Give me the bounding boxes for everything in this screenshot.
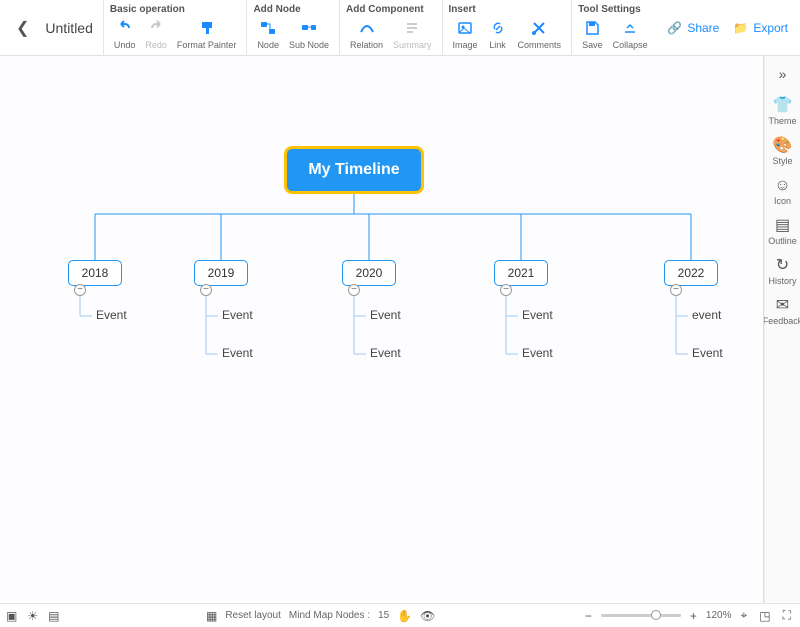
summary-icon: [403, 19, 421, 37]
icon-tab[interactable]: ☺Icon: [774, 178, 791, 206]
node-count-value: 15: [378, 610, 389, 621]
year-node-2021[interactable]: 2021: [494, 260, 548, 286]
node-count-label: Mind Map Nodes :: [289, 610, 370, 621]
expand-button[interactable]: ◳: [756, 609, 773, 623]
link-icon: [489, 19, 507, 37]
event-node[interactable]: Event: [522, 308, 553, 322]
zoom-out-button[interactable]: −: [582, 609, 595, 623]
collapse-toggle[interactable]: −: [500, 284, 512, 296]
history-icon: ↻: [776, 258, 789, 274]
zoom-value: 120%: [706, 610, 732, 621]
collapse-icon: [621, 19, 639, 37]
event-node[interactable]: Event: [96, 308, 127, 322]
group-insert: Insert Image Link Comments: [442, 0, 572, 56]
comment-icon: [530, 19, 548, 37]
group-tool-settings: Tool Settings Save Collapse: [571, 0, 658, 56]
group-add-node: Add Node Node Sub Node: [246, 0, 339, 56]
share-icon: 🔗: [667, 21, 682, 35]
event-node[interactable]: Event: [370, 346, 401, 360]
undo-icon: [116, 19, 134, 37]
outline-icon: ▤: [775, 218, 790, 234]
presentation-icon[interactable]: ▣: [6, 609, 17, 623]
year-node-2022[interactable]: 2022: [664, 260, 718, 286]
undo-button[interactable]: Undo: [110, 18, 140, 51]
reset-layout-button[interactable]: Reset layout: [225, 610, 281, 621]
right-panel: » 👕Theme 🎨Style ☺Icon ▤Outline ↻History …: [764, 56, 800, 603]
group-basic-operation: Basic operation Undo Redo Format Painter: [103, 0, 247, 56]
share-button[interactable]: 🔗 Share: [667, 21, 719, 35]
pan-icon[interactable]: ✋: [397, 609, 412, 623]
event-node[interactable]: Event: [692, 346, 723, 360]
export-icon: 📁: [733, 21, 748, 35]
image-icon: [456, 19, 474, 37]
node-button[interactable]: Node: [253, 18, 283, 51]
collapse-toggle[interactable]: −: [200, 284, 212, 296]
outline-tab[interactable]: ▤Outline: [768, 218, 797, 246]
event-node[interactable]: Event: [222, 346, 253, 360]
layers-icon[interactable]: ▤: [48, 609, 59, 623]
fit-button[interactable]: ⌖: [738, 608, 751, 623]
event-node[interactable]: Event: [370, 308, 401, 322]
event-node[interactable]: Event: [222, 308, 253, 322]
summary-button[interactable]: Summary: [389, 18, 436, 51]
sub-node-icon: [300, 19, 318, 37]
relation-icon: [358, 19, 376, 37]
zoom-in-button[interactable]: +: [687, 609, 700, 623]
paintbrush-icon: [198, 19, 216, 37]
redo-icon: [147, 19, 165, 37]
style-icon: 🎨: [773, 138, 793, 154]
event-node[interactable]: event: [692, 308, 721, 322]
save-icon: [583, 19, 601, 37]
collapse-toggle[interactable]: −: [348, 284, 360, 296]
insert-image-button[interactable]: Image: [449, 18, 482, 51]
fullscreen-button[interactable]: ⛶: [780, 608, 794, 623]
collapse-toggle[interactable]: −: [670, 284, 682, 296]
style-tab[interactable]: 🎨Style: [772, 138, 792, 166]
brightness-icon[interactable]: ☀: [27, 609, 38, 623]
icon-icon: ☺: [774, 178, 790, 194]
eye-icon[interactable]: 👁: [420, 609, 435, 623]
save-button[interactable]: Save: [578, 18, 607, 51]
redo-button[interactable]: Redo: [141, 18, 171, 51]
zoom-slider[interactable]: [601, 614, 681, 617]
relation-button[interactable]: Relation: [346, 18, 387, 51]
sub-node-button[interactable]: Sub Node: [285, 18, 333, 51]
theme-icon: 👕: [773, 98, 793, 114]
top-toolbar: ❮ Untitled Basic operation Undo Redo For…: [0, 0, 800, 56]
document-title[interactable]: Untitled: [45, 20, 92, 36]
export-button[interactable]: 📁 Export: [733, 21, 788, 35]
year-node-2019[interactable]: 2019: [194, 260, 248, 286]
collapse-button[interactable]: Collapse: [609, 18, 652, 51]
insert-link-button[interactable]: Link: [484, 18, 512, 51]
bottom-bar: ▣ ☀ ▤ ▦ Reset layout Mind Map Nodes : 15…: [0, 603, 800, 627]
group-add-component: Add Component Relation Summary: [339, 0, 442, 56]
node-icon: [259, 19, 277, 37]
collapse-toggle[interactable]: −: [74, 284, 86, 296]
layout-icon[interactable]: ▦: [206, 609, 217, 623]
feedback-icon: ✉: [776, 298, 789, 314]
root-node[interactable]: My Timeline: [284, 146, 424, 194]
history-tab[interactable]: ↻History: [768, 258, 796, 286]
insert-comments-button[interactable]: Comments: [514, 18, 566, 51]
year-node-2020[interactable]: 2020: [342, 260, 396, 286]
event-node[interactable]: Event: [522, 346, 553, 360]
theme-tab[interactable]: 👕Theme: [768, 98, 796, 126]
back-button[interactable]: ❮: [10, 18, 35, 38]
year-node-2018[interactable]: 2018: [68, 260, 122, 286]
panel-collapse-button[interactable]: »: [775, 62, 791, 86]
canvas[interactable]: My Timeline 2018−Event2019−EventEvent202…: [0, 56, 764, 603]
feedback-tab[interactable]: ✉Feedback: [763, 298, 800, 326]
format-painter-button[interactable]: Format Painter: [173, 18, 241, 51]
